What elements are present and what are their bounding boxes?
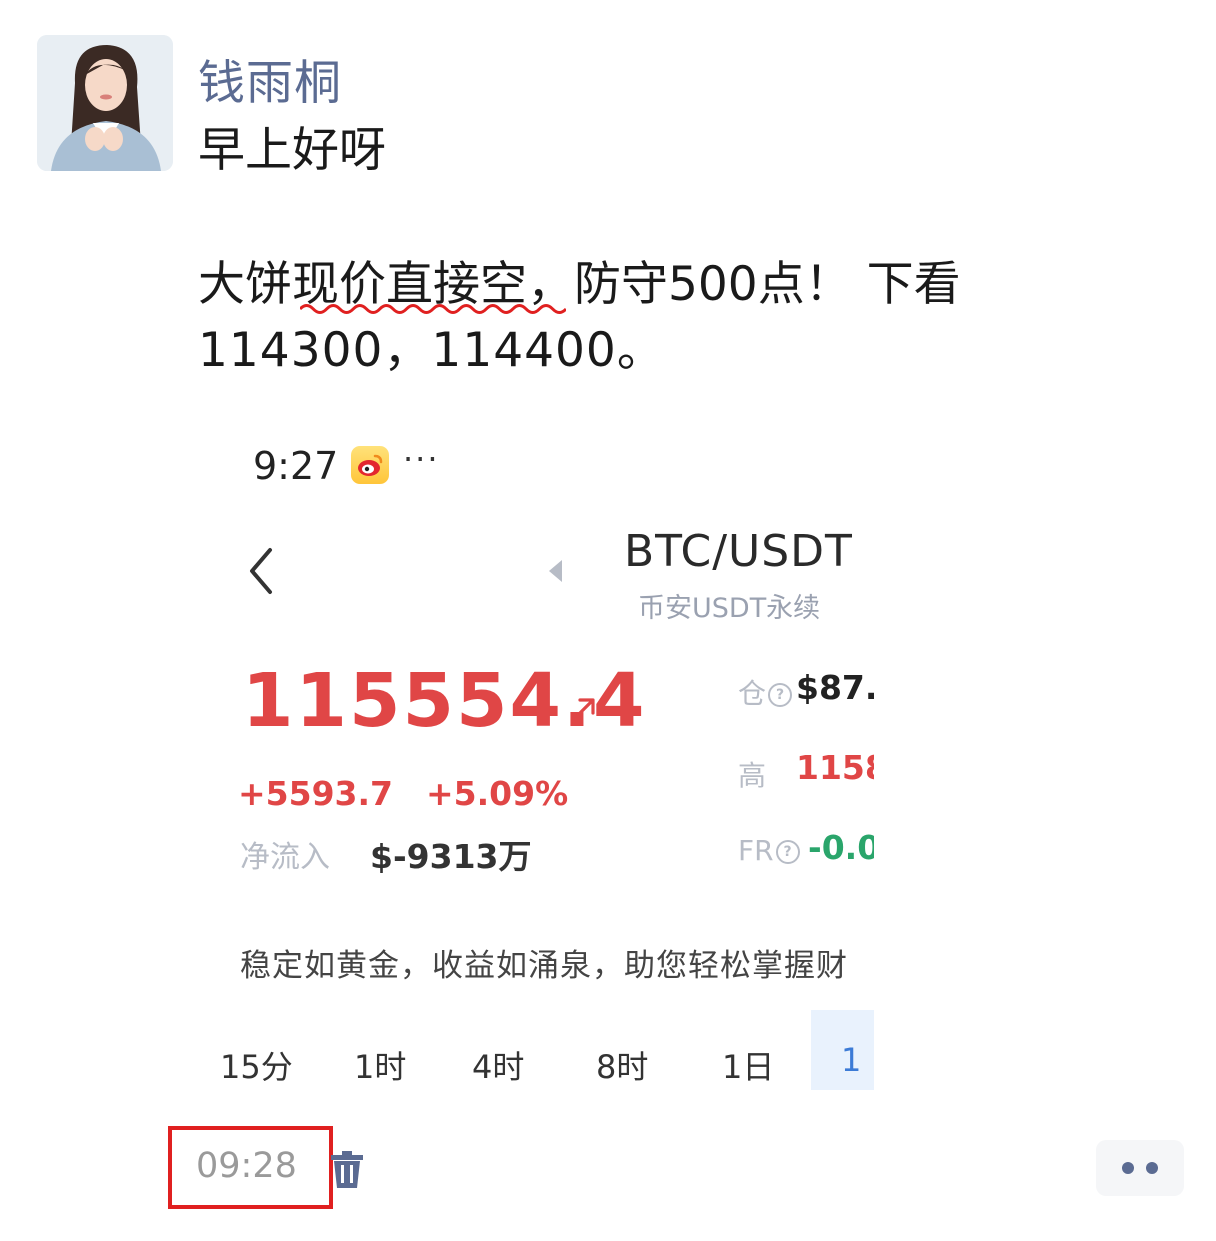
pair-subtitle: 币安USDT永续 [638,593,821,624]
help-icon: ? [775,840,800,864]
timeframe-tab: 8时 [596,1048,649,1086]
status-time: 9:27 [253,444,339,488]
more-dot [1146,1162,1158,1174]
timeframe-tab-active: 1分 [811,1010,874,1090]
timeframe-tab: 1时 [354,1048,407,1086]
attached-screenshot[interactable]: 9:27 ··· BTC/USDT 币安USDT永续 115554.4 +559… [206,410,874,1100]
status-more-icon: ··· [403,440,440,478]
help-icon: ? [768,683,793,707]
weibo-icon [351,446,389,484]
pair-title: BTC/USDT [624,526,853,577]
open-interest-label: 仓? [738,672,794,712]
timeframe-tab: 1日 [722,1048,775,1086]
message-line: 114300，114400。 [198,323,665,378]
net-inflow-value: $-9313万 [370,837,532,876]
open-interest-value: $87. [796,668,874,707]
more-icon[interactable] [1096,1140,1184,1196]
funding-rate-label: FR? [738,834,802,867]
price-change-percent: +5.09% [426,774,569,813]
more-dot [1122,1162,1134,1174]
open-interest-label-text: 仓 [738,677,767,710]
message-line: 早上好呀 [198,123,386,178]
high-label: 高 [738,759,767,792]
funding-rate-label-text: FR [738,834,774,867]
funding-rate-value: -0.00 [808,828,874,867]
promo-banner-text: 稳定如黄金，收益如涌泉，助您轻松掌握财 [240,948,848,984]
timeframe-tab: 15分 [220,1048,293,1086]
trash-icon[interactable] [330,1150,364,1190]
author-name[interactable]: 钱雨桐 [198,44,342,113]
net-inflow-label: 净流入 [240,840,330,875]
spellcheck-underline [300,304,566,314]
avatar[interactable] [37,35,173,171]
up-arrow-icon [571,698,595,722]
left-triangle-icon [549,560,562,582]
back-icon [250,548,272,594]
price-change: +5593.7 [238,774,393,813]
highlight-box [168,1126,333,1209]
timeframe-tab: 4时 [472,1048,525,1086]
high-value: 1158 [796,748,874,787]
